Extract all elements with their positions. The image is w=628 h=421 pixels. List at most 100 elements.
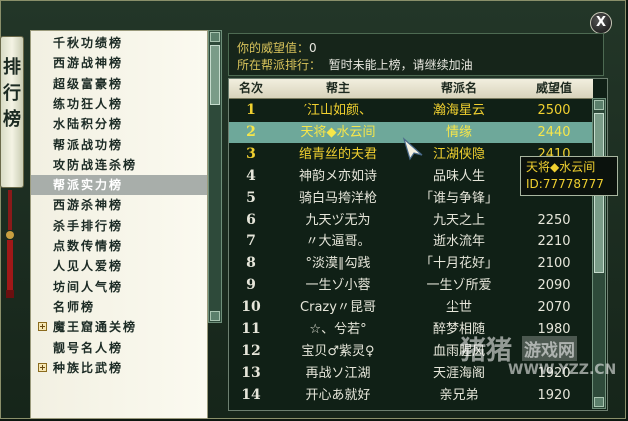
cell-rank: 1 — [246, 102, 256, 118]
cell-guild: 九天之上 — [432, 212, 485, 228]
category-label: 靓号名人榜 — [53, 340, 124, 355]
tooltip-id: ID:77778777 — [526, 177, 604, 191]
category-item[interactable]: 坊间人气榜 — [31, 277, 207, 297]
cell-guild: 亲兄弟 — [439, 387, 479, 403]
cell-rank: 8 — [246, 255, 256, 272]
category-label: 千秋功绩榜 — [53, 36, 124, 50]
cell-rank: 3 — [246, 145, 256, 162]
category-item[interactable]: 超级富豪榜 — [31, 74, 207, 94]
player-info: 你的威望值：0 所在帮派排行： 暂时未能上榜，请继续加油 — [228, 33, 604, 76]
cell-leader: Crazy〃昆哥 — [300, 300, 376, 316]
cell-rank: 5 — [246, 189, 256, 206]
guild-rank-label: 所在帮派排行： — [237, 58, 322, 72]
title-scroll: 排行榜 — [0, 36, 24, 188]
table-header: 名次 帮主 帮派名 威望值 — [229, 79, 593, 99]
site-watermark: 猪猪 游戏网 WWW.YZZ.CN — [460, 330, 616, 380]
category-item[interactable]: 练功狂人榜 — [31, 94, 207, 114]
scroll-up-icon[interactable] — [594, 100, 604, 110]
cell-guild: 逝水流年 — [432, 234, 485, 250]
table-row[interactable]: 8 °淡漠∥勾践 「十月花好」 2100 — [229, 253, 593, 274]
cell-guild: 一生ゾ所爱 — [426, 278, 492, 294]
category-label: 超级富豪榜 — [53, 76, 124, 91]
table-row[interactable]: 10 Crazy〃昆哥 尘世 2070 — [229, 297, 593, 318]
cell-leader: 再战ソ江湖 — [305, 365, 371, 381]
category-label: 帮派实力榜 — [53, 178, 124, 193]
scroll-thumb[interactable] — [210, 45, 220, 105]
expand-plus-icon[interactable] — [38, 362, 47, 372]
category-label: 名师榜 — [53, 299, 96, 314]
category-label: 西游战神榜 — [53, 56, 124, 71]
cell-guild: 「谁与争锋」 — [419, 190, 498, 206]
category-item[interactable]: 千秋功绩榜 — [31, 33, 207, 53]
close-button[interactable]: X — [590, 12, 612, 34]
prestige-value: 0 — [309, 41, 317, 55]
cell-guild: 瀚海星云 — [432, 103, 485, 118]
scroll-down-icon[interactable] — [210, 311, 220, 321]
category-item[interactable]: 西游杀神榜 — [31, 195, 207, 215]
category-item[interactable]: 靓号名人榜 — [31, 338, 207, 358]
tooltip-name: 天将◆水云间 — [526, 160, 596, 174]
cell-prestige: 1920 — [537, 387, 571, 403]
cell-guild: 品味人生 — [432, 168, 485, 184]
cell-leader: 宝贝♂紫灵♀ — [301, 343, 375, 359]
cell-leader: ′江山如颜、 — [304, 103, 372, 118]
cell-rank: 12 — [241, 342, 261, 359]
cell-leader: 天将◆水云间 — [300, 124, 376, 140]
expand-plus-icon[interactable] — [38, 322, 47, 332]
category-scrollbar[interactable] — [208, 30, 222, 323]
category-item[interactable]: 攻防战连杀榜 — [31, 155, 207, 175]
category-item[interactable]: 点数传情榜 — [31, 236, 207, 256]
category-item[interactable]: 杀手排行榜 — [31, 216, 207, 236]
category-label: 西游杀神榜 — [53, 198, 124, 213]
watermark-brand: 猪猪 — [460, 336, 513, 366]
cell-leader: 开心あ就好 — [305, 387, 371, 403]
category-item[interactable]: 西游战神榜 — [31, 53, 207, 73]
prestige-label: 你的威望值： — [237, 41, 310, 55]
cell-leader: 骑白马挎洋枪 — [298, 190, 377, 206]
scroll-up-icon[interactable] — [210, 32, 220, 42]
header-guild: 帮派名 — [440, 81, 477, 95]
cell-leader: °淡漠∥勾践 — [305, 256, 371, 272]
table-row[interactable]: 6 九天ヅ无为 九天之上 2250 — [229, 210, 593, 231]
cell-prestige: 2250 — [537, 212, 571, 228]
category-item[interactable]: 水陆积分榜 — [31, 114, 207, 134]
table-row[interactable]: 1 ′江山如颜、 瀚海星云 2500 — [229, 100, 593, 121]
table-row[interactable]: 9 一生ゾ小蓉 一生ゾ所爱 2090 — [229, 275, 593, 296]
cell-rank: 11 — [241, 321, 261, 337]
cell-rank: 2 — [246, 123, 256, 140]
cell-prestige: 2440 — [537, 124, 571, 140]
table-row[interactable]: 14 开心あ就好 亲兄弟 1920 — [229, 385, 593, 406]
cell-rank: 7 — [246, 233, 256, 250]
cell-rank: 6 — [246, 211, 256, 228]
category-label: 坊间人气榜 — [53, 279, 124, 294]
table-row[interactable]: 7 〃大逼哥。 逝水流年 2210 — [229, 231, 593, 252]
cell-guild: 「十月花好」 — [419, 256, 498, 272]
cell-rank: 10 — [241, 299, 261, 316]
guild-rank-value: 暂时未能上榜，请继续加油 — [328, 58, 473, 72]
header-leader: 帮主 — [325, 81, 350, 95]
category-label: 水陆积分榜 — [53, 117, 124, 132]
mouse-cursor-icon — [402, 137, 423, 161]
category-label: 帮派战功榜 — [53, 137, 124, 152]
category-item[interactable]: 人见人爱榜 — [31, 256, 207, 276]
cell-prestige: 2070 — [537, 300, 571, 316]
close-icon: X — [595, 15, 607, 30]
cell-rank: 13 — [241, 364, 261, 381]
category-item[interactable]: 魔王窟通关榜 — [31, 317, 207, 337]
guild-rank-line: 所在帮派排行： 暂时未能上榜，请继续加油 — [237, 56, 473, 73]
scroll-down-icon[interactable] — [594, 397, 604, 407]
cell-leader: ☆、兮若° — [309, 322, 367, 337]
category-item[interactable]: 名师榜 — [31, 297, 207, 317]
category-item[interactable]: 帮派实力榜 — [31, 175, 207, 196]
category-label: 点数传情榜 — [53, 239, 124, 253]
cell-prestige: 2500 — [537, 103, 571, 118]
category-list: 千秋功绩榜西游战神榜超级富豪榜练功狂人榜水陆积分榜帮派战功榜攻防战连杀榜帮派实力… — [30, 30, 208, 419]
category-label: 人见人爱榜 — [53, 259, 124, 274]
cell-leader: 一生ゾ小蓉 — [305, 278, 371, 294]
category-item[interactable]: 帮派战功榜 — [31, 135, 207, 155]
category-item[interactable]: 种族比武榜 — [31, 358, 207, 378]
prestige-line: 你的威望值：0 — [237, 39, 317, 56]
window-title: 排行榜 — [3, 57, 21, 130]
cell-leader: 九天ヅ无为 — [305, 212, 371, 228]
watermark-url: WWW.YZZ.CN — [508, 362, 617, 378]
